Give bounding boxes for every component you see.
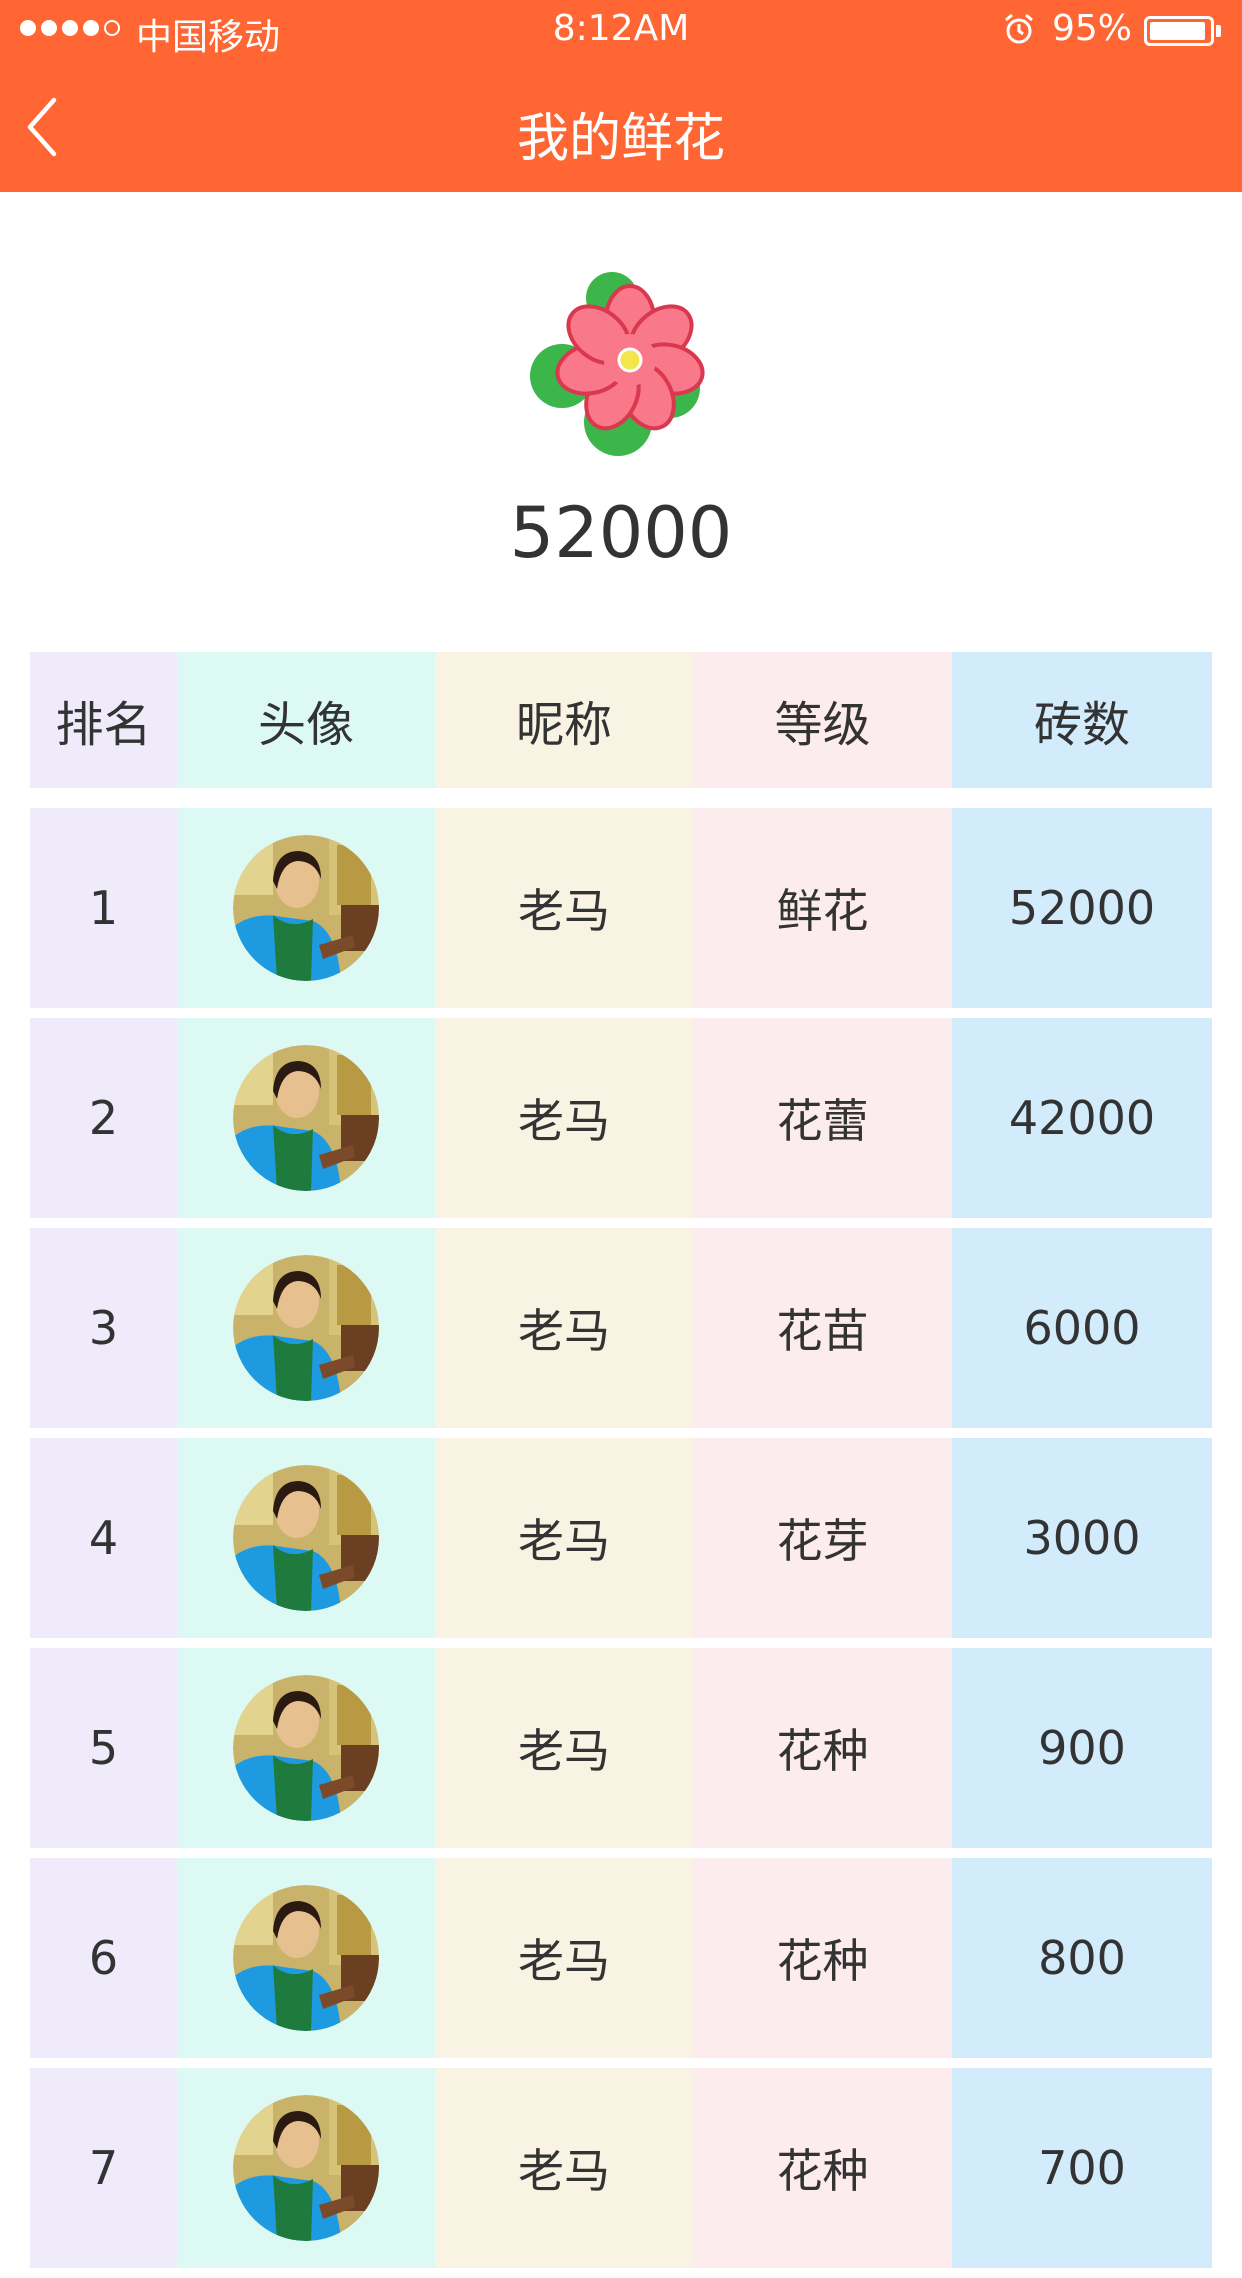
count-cell: 52000 [952, 808, 1212, 1008]
avatar-cell [177, 808, 435, 1008]
battery-tip [1216, 25, 1221, 37]
level-cell: 花苗 [693, 1228, 952, 1428]
avatar[interactable] [233, 2095, 379, 2241]
alarm-icon [1005, 13, 1033, 44]
avatar-cell [177, 1648, 435, 1848]
battery-fill [1150, 22, 1206, 40]
nickname-cell: 老马 [435, 1648, 693, 1848]
flower-total: 52000 [509, 492, 733, 574]
battery-icon [1144, 16, 1214, 46]
rank-cell: 2 [30, 1018, 177, 1218]
header-avatar: 头像 [177, 652, 435, 788]
rank-cell: 6 [30, 1858, 177, 2058]
page-title: 我的鲜花 [516, 109, 725, 169]
table-row[interactable]: 7 老马 花种 700 [30, 2068, 1212, 2268]
level-cell: 花种 [693, 2068, 952, 2268]
rank-cell: 7 [30, 2068, 177, 2268]
ranking-table: 排名 头像 昵称 等级 砖数 1 老马 鲜花 52000 2 老马 花蕾 420… [30, 652, 1212, 2278]
rank-cell: 3 [30, 1228, 177, 1428]
level-cell: 花芽 [693, 1438, 952, 1638]
avatar-cell [177, 2068, 435, 2268]
nickname-cell: 老马 [435, 2068, 693, 2268]
table-header: 排名 头像 昵称 等级 砖数 [30, 652, 1212, 788]
status-bar: 中国移动 8:12AM 95% [0, 0, 1242, 62]
count-cell: 800 [952, 1858, 1212, 2058]
avatar-cell [177, 1438, 435, 1638]
nickname-cell: 老马 [435, 1018, 693, 1218]
nickname-cell: 老马 [435, 1858, 693, 2058]
nickname-cell: 老马 [435, 808, 693, 1008]
nickname-cell: 老马 [435, 1438, 693, 1638]
nickname-cell: 老马 [435, 1228, 693, 1428]
rank-cell: 4 [30, 1438, 177, 1638]
count-cell: 700 [952, 2068, 1212, 2268]
rank-cell: 1 [30, 808, 177, 1008]
level-cell: 鲜花 [693, 808, 952, 1008]
header-level: 等级 [693, 652, 952, 788]
avatar-cell [177, 1228, 435, 1428]
table-row[interactable]: 5 老马 花种 900 [30, 1648, 1212, 1848]
count-cell: 6000 [952, 1228, 1212, 1428]
rank-cell: 5 [30, 1648, 177, 1848]
flower-icon [530, 272, 705, 456]
battery-percent: 95% [1052, 8, 1133, 49]
avatar[interactable] [233, 1885, 379, 2031]
count-cell: 3000 [952, 1438, 1212, 1638]
table-row[interactable]: 3 老马 花苗 6000 [30, 1228, 1212, 1428]
level-cell: 花蕾 [693, 1018, 952, 1218]
table-row[interactable]: 4 老马 花芽 3000 [30, 1438, 1212, 1638]
nav-bar: 我的鲜花 [0, 62, 1242, 192]
table-row[interactable]: 2 老马 花蕾 42000 [30, 1018, 1212, 1218]
avatar[interactable] [233, 1045, 379, 1191]
flower-summary: 52000 [0, 192, 1242, 652]
table-row[interactable]: 6 老马 花种 800 [30, 1858, 1212, 2058]
avatar[interactable] [233, 1675, 379, 1821]
header-nickname: 昵称 [435, 652, 693, 788]
avatar-cell [177, 1858, 435, 2058]
header-count: 砖数 [952, 652, 1212, 788]
table-row[interactable]: 1 老马 鲜花 52000 [30, 808, 1212, 1008]
header-rank: 排名 [30, 652, 177, 788]
avatar[interactable] [233, 1255, 379, 1401]
count-cell: 42000 [952, 1018, 1212, 1218]
avatar-cell [177, 1018, 435, 1218]
avatar[interactable] [233, 835, 379, 981]
count-cell: 900 [952, 1648, 1212, 1848]
level-cell: 花种 [693, 1858, 952, 2058]
avatar[interactable] [233, 1465, 379, 1611]
level-cell: 花种 [693, 1648, 952, 1848]
